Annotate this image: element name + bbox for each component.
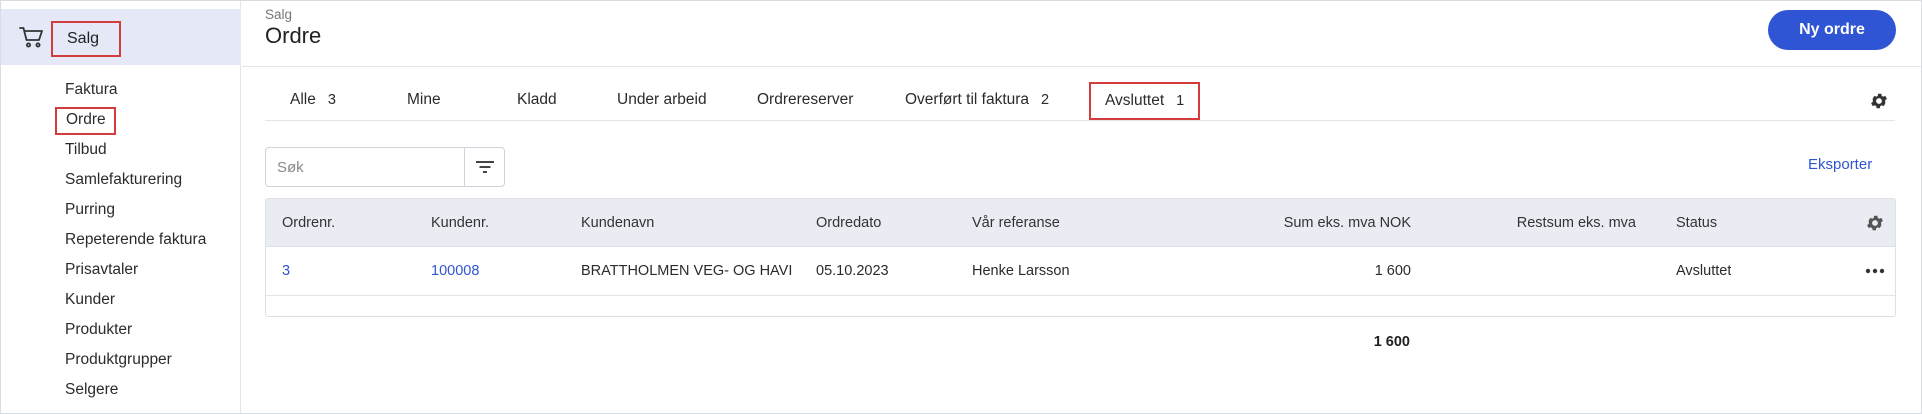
tab-avsluttet[interactable]: Avsluttet 1 bbox=[1089, 82, 1201, 120]
column-settings-gear-icon[interactable] bbox=[1865, 213, 1885, 233]
tab-overfort-til-faktura[interactable]: Overført til faktura 2 bbox=[905, 82, 1049, 120]
cell-status: Avsluttet bbox=[1676, 263, 1732, 279]
tab-bar: Alle 3 Mine Kladd Under arbeid Ordrereser… bbox=[265, 82, 1895, 121]
column-header-sum[interactable]: Sum eks. mva NOK bbox=[1216, 199, 1411, 247]
page-title: Ordre bbox=[265, 23, 322, 48]
sidebar-item-purring[interactable]: Purring bbox=[65, 197, 115, 223]
filter-icon bbox=[475, 161, 494, 173]
column-header-kundenavn[interactable]: Kundenavn bbox=[581, 199, 654, 247]
cell-ordrenr[interactable]: 3 bbox=[282, 247, 290, 295]
column-header-var-referanse[interactable]: Vår referanse bbox=[972, 199, 1060, 247]
sidebar-item-tilbud[interactable]: Tilbud bbox=[65, 137, 107, 163]
sidebar-header[interactable]: Salg bbox=[1, 9, 241, 65]
filter-button[interactable] bbox=[464, 148, 504, 186]
sidebar: Salg Faktura Ordre Tilbud Samlefaktureri… bbox=[1, 1, 241, 413]
cart-icon bbox=[19, 27, 43, 48]
column-header-ordrenr[interactable]: Ordrenr. bbox=[282, 199, 335, 247]
tab-settings-gear-icon[interactable] bbox=[1869, 91, 1889, 111]
tab-label: Kladd bbox=[517, 91, 557, 108]
sidebar-item-ordre[interactable]: Ordre bbox=[55, 107, 116, 135]
search-box bbox=[265, 147, 505, 187]
table-header: Ordrenr. Kundenr. Kundenavn Ordredato Vå… bbox=[266, 199, 1895, 247]
sidebar-item-produkter[interactable]: Produkter bbox=[65, 317, 132, 343]
tab-mine[interactable]: Mine bbox=[407, 82, 441, 120]
column-header-restsum[interactable]: Restsum eks. mva bbox=[1456, 199, 1636, 247]
column-header-ordredato[interactable]: Ordredato bbox=[816, 199, 881, 247]
cell-var-referanse: Henke Larsson bbox=[972, 263, 1070, 279]
tab-label: Avsluttet bbox=[1105, 92, 1165, 109]
cell-kundenavn: BRATTHOLMEN VEG- OG HAVI bbox=[581, 263, 793, 279]
tab-alle[interactable]: Alle 3 bbox=[290, 82, 336, 120]
tab-count: 2 bbox=[1041, 92, 1050, 108]
tab-kladd[interactable]: Kladd bbox=[517, 82, 557, 120]
sidebar-item-prisavtaler[interactable]: Prisavtaler bbox=[65, 257, 138, 283]
tab-label: Overført til faktura bbox=[905, 91, 1030, 108]
tab-label: Alle bbox=[290, 91, 316, 108]
tab-ordrereserver[interactable]: Ordrereserver bbox=[757, 82, 853, 120]
page-header: Salg Ordre Ny ordre bbox=[242, 1, 1921, 67]
sidebar-item-samlefakturering[interactable]: Samlefakturering bbox=[65, 167, 182, 193]
sidebar-item-selgere[interactable]: Selgere bbox=[65, 377, 118, 403]
table-row[interactable]: 3 100008 BRATTHOLMEN VEG- OG HAVI 05.10.… bbox=[266, 247, 1895, 296]
tab-under-arbeid[interactable]: Under arbeid bbox=[617, 82, 707, 120]
column-header-status[interactable]: Status bbox=[1676, 199, 1717, 247]
tab-count: 1 bbox=[1176, 93, 1185, 109]
sidebar-item-faktura[interactable]: Faktura bbox=[65, 77, 118, 103]
column-header-kundenr[interactable]: Kundenr. bbox=[431, 199, 489, 247]
new-order-button[interactable]: Ny ordre bbox=[1768, 10, 1896, 50]
sidebar-item-produktgrupper[interactable]: Produktgrupper bbox=[65, 347, 172, 373]
cell-restsum bbox=[1456, 247, 1636, 295]
cell-ordredato: 05.10.2023 bbox=[816, 263, 889, 279]
sidebar-title[interactable]: Salg bbox=[51, 21, 121, 57]
sidebar-item-kunder[interactable]: Kunder bbox=[65, 287, 115, 313]
more-actions-icon[interactable] bbox=[1864, 265, 1886, 277]
tab-label: Under arbeid bbox=[617, 91, 707, 108]
cell-sum: 1 600 bbox=[1374, 263, 1411, 279]
sidebar-item-repeterende-faktura[interactable]: Repeterende faktura bbox=[65, 227, 206, 253]
sum-total: 1 600 bbox=[1373, 334, 1410, 350]
export-link[interactable]: Eksporter bbox=[1808, 156, 1872, 173]
search-input[interactable] bbox=[266, 148, 464, 186]
tab-label: Ordrereserver bbox=[757, 91, 854, 108]
breadcrumb[interactable]: Salg bbox=[265, 7, 292, 22]
tab-label: Mine bbox=[407, 91, 441, 108]
tab-count: 3 bbox=[327, 92, 336, 108]
cell-kundenr[interactable]: 100008 bbox=[431, 247, 479, 295]
orders-table: Ordrenr. Kundenr. Kundenavn Ordredato Vå… bbox=[265, 198, 1896, 317]
